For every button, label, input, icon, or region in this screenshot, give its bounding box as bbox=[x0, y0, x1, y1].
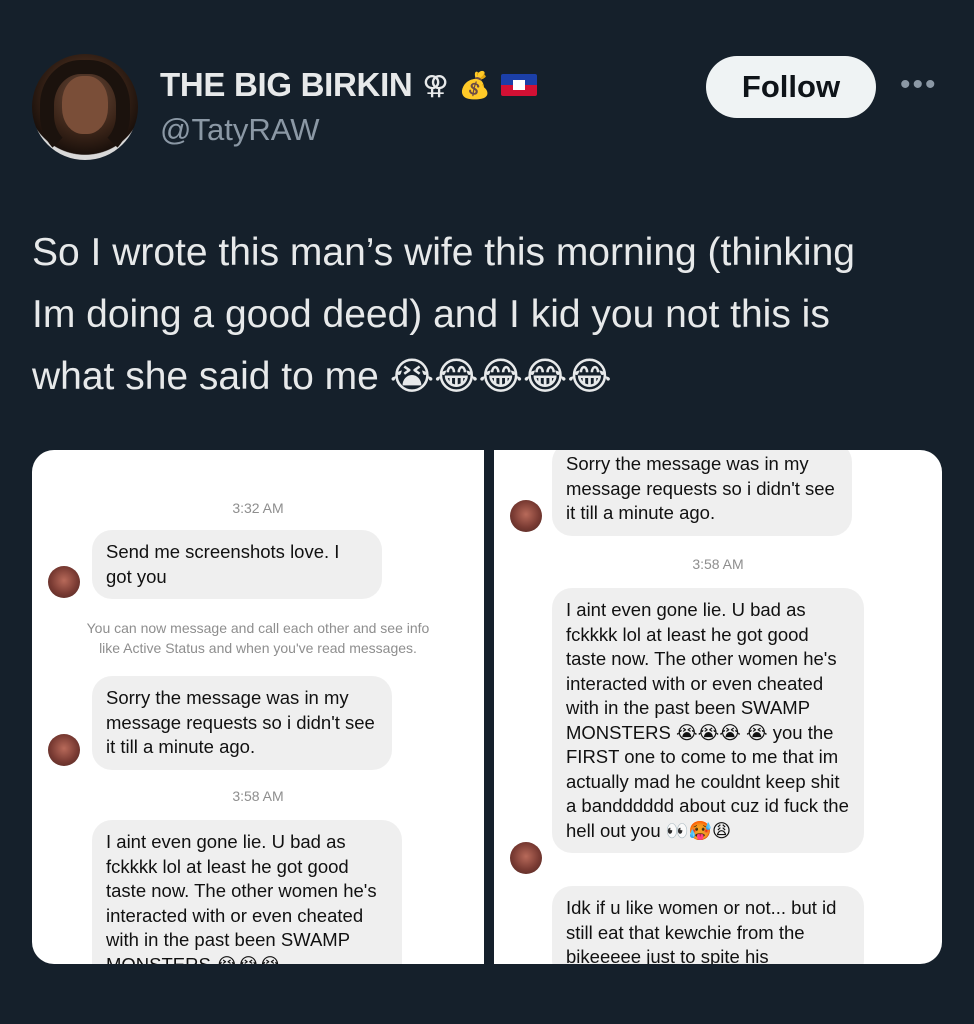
message-bubble: I aint even gone lie. U bad as fckkkk lo… bbox=[552, 588, 864, 853]
tweet-text: So I wrote this man’s wife this morning … bbox=[32, 222, 942, 408]
message-bubble: Send me screenshots love. I got you bbox=[92, 530, 382, 599]
screenshot-image-right[interactable]: Sorry the message was in my message requ… bbox=[494, 450, 942, 964]
author-avatar[interactable] bbox=[32, 54, 138, 160]
timestamp: 3:58 AM bbox=[692, 556, 744, 572]
message-bubble: I aint even gone lie. U bad as fckkkk lo… bbox=[92, 820, 402, 964]
timestamp: 3:32 AM bbox=[232, 500, 284, 516]
contact-avatar bbox=[510, 842, 542, 874]
author-display-name[interactable]: THE BIG BIRKIN bbox=[160, 66, 413, 104]
tweet-header: THE BIG BIRKIN ⚢ 💰 @TatyRAW Follow ••• bbox=[32, 54, 942, 164]
female-symbol-icon: ⚢ bbox=[422, 70, 449, 100]
author-name-row[interactable]: THE BIG BIRKIN ⚢ 💰 bbox=[160, 66, 537, 104]
contact-avatar bbox=[48, 734, 80, 766]
tweet-media[interactable]: 3:32 AM Send me screenshots love. I got … bbox=[32, 450, 942, 964]
more-icon[interactable]: ••• bbox=[900, 68, 938, 102]
screenshot-image-left[interactable]: 3:32 AM Send me screenshots love. I got … bbox=[32, 450, 484, 964]
tweet-text-line: So I wrote this man’s wife this morning … bbox=[32, 231, 855, 274]
tweet-text-line: Im doing a good deed) and I kid you not … bbox=[32, 293, 830, 336]
message-bubble: Sorry the message was in my message requ… bbox=[552, 450, 852, 536]
message-bubble: Sorry the message was in my message requ… bbox=[92, 676, 392, 770]
tweet-text-fragment: what she said to me bbox=[32, 355, 379, 398]
contact-avatar bbox=[48, 566, 80, 598]
author-handle[interactable]: @TatyRAW bbox=[160, 112, 320, 148]
haiti-flag-icon bbox=[500, 74, 537, 96]
follow-button[interactable]: Follow bbox=[706, 56, 876, 118]
tweet-text-line: what she said to me 😭😂😂😂😂 bbox=[32, 346, 942, 408]
system-notice: You can now message and call each other … bbox=[86, 620, 430, 656]
money-bag-icon: 💰 bbox=[458, 70, 491, 100]
message-bubble: Idk if u like women or not... but id sti… bbox=[552, 886, 864, 964]
contact-avatar bbox=[510, 500, 542, 532]
timestamp: 3:58 AM bbox=[232, 788, 284, 804]
tweet-emojis: 😭😂😂😂😂 bbox=[389, 356, 612, 398]
